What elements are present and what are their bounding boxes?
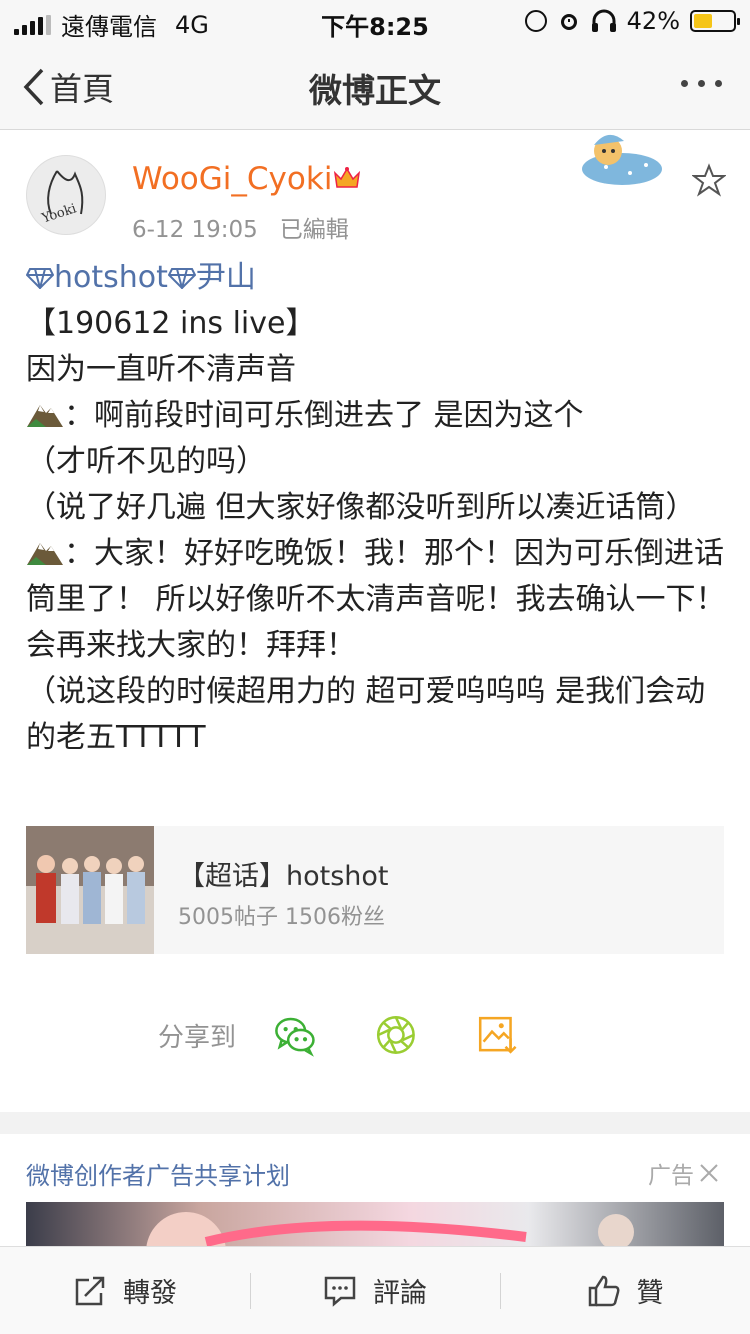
vip-crown-icon bbox=[333, 167, 361, 188]
topic-card-title: 【超话】hotshot bbox=[178, 861, 389, 892]
mountain-emoji-icon bbox=[27, 405, 63, 427]
page-title: 微博正文 bbox=[309, 71, 441, 110]
ad-section: 微博创作者广告共享计划 广告 bbox=[0, 1134, 750, 1262]
repost-icon bbox=[75, 1276, 105, 1305]
bottom-toolbar: 轉發 評論 贊 bbox=[0, 1246, 750, 1334]
share-row: 分享到 bbox=[158, 1010, 578, 1060]
mountain-emoji-icon bbox=[27, 543, 63, 565]
ad-tag[interactable]: 广告 bbox=[648, 1156, 720, 1190]
post-line: 【190612 ins live】 bbox=[26, 306, 316, 341]
status-bar: 遠傳電信 4G 下午8:25 42% bbox=[0, 0, 750, 41]
more-dot-icon bbox=[681, 80, 688, 87]
repost-label: 轉發 bbox=[123, 1278, 177, 1309]
more-dot-icon bbox=[715, 80, 722, 87]
more-dot-icon bbox=[698, 80, 705, 87]
wechat-icon[interactable] bbox=[273, 1009, 317, 1061]
super-topic-card[interactable]: 【超话】hotshot 5005帖子 1506粉丝 bbox=[26, 826, 724, 954]
ad-title[interactable]: 微博创作者广告共享计划 bbox=[26, 1156, 290, 1191]
battery-icon bbox=[690, 10, 740, 32]
post-date: 6-12 19:05 bbox=[132, 217, 258, 243]
svg-text:Yooki: Yooki bbox=[39, 201, 78, 226]
post-line-text: ：啊前段时间可乐倒进去了 是因为这个 bbox=[64, 398, 584, 433]
more-button[interactable] bbox=[681, 80, 722, 87]
post-line-with-icon: ：啊前段时间可乐倒进去了 是因为这个 bbox=[26, 393, 726, 439]
post-line: （说了好几遍 但大家好像都没听到所以凑近话筒） bbox=[26, 490, 696, 525]
close-icon[interactable] bbox=[698, 1162, 720, 1184]
headphones-icon bbox=[591, 9, 616, 32]
battery-percent: 42% bbox=[626, 7, 680, 35]
topic-link[interactable]: hotshot 尹山 bbox=[26, 255, 726, 301]
avatar-signature-icon: Yooki bbox=[39, 170, 84, 227]
section-divider bbox=[0, 1112, 750, 1134]
post-header: Yooki WooGi_Cyoki 6-12 19:05 已編輯 bbox=[26, 134, 726, 245]
thumbs-up-icon bbox=[588, 1275, 619, 1306]
edited-label: 已編輯 bbox=[279, 217, 349, 243]
moments-icon[interactable] bbox=[374, 1009, 418, 1061]
post-line: （说这段的时候超用力的 超可爱呜呜呜 是我们会动的老五TTTTT bbox=[26, 674, 706, 755]
like-label: 贊 bbox=[636, 1278, 664, 1309]
post-meta: 6-12 19:05 已編輯 bbox=[132, 210, 349, 244]
repost-button[interactable]: 轉發 bbox=[0, 1247, 250, 1334]
post-line: （才听不见的吗） bbox=[26, 444, 266, 479]
diamond-icon bbox=[26, 268, 54, 289]
ad-label: 广告 bbox=[648, 1163, 694, 1189]
alarm-icon bbox=[560, 14, 577, 30]
post-body: hotshot 尹山 【190612 ins live】 因为一直听不清声音 ：… bbox=[26, 255, 726, 761]
topic-card-stats: 5005帖子 1506粉丝 bbox=[178, 905, 385, 930]
avatar[interactable]: Yooki bbox=[26, 155, 106, 235]
post-line-text: ：大家！好好吃晚饭！我！那个！因为可乐倒进话筒里了！ 所以好像听不太清声音呢！我… bbox=[26, 536, 726, 663]
comment-icon bbox=[324, 1276, 356, 1307]
like-button[interactable]: 贊 bbox=[500, 1247, 750, 1334]
comment-label: 評論 bbox=[373, 1278, 427, 1309]
topic-suffix: 尹山 bbox=[195, 260, 256, 295]
save-image-icon[interactable] bbox=[476, 1009, 520, 1061]
rotation-lock-icon bbox=[524, 10, 547, 32]
post-line: 因为一直听不清声音 bbox=[26, 352, 296, 387]
mascot-sticker-icon bbox=[582, 134, 662, 185]
favorite-star-icon[interactable] bbox=[692, 163, 726, 197]
topic-name: hotshot bbox=[54, 260, 168, 295]
nav-bar: 首頁 微博正文 bbox=[0, 40, 750, 130]
diamond-icon bbox=[167, 268, 196, 289]
comment-button[interactable]: 評論 bbox=[250, 1247, 500, 1334]
post-line-with-icon: ：大家！好好吃晚饭！我！那个！因为可乐倒进话筒里了！ 所以好像听不太清声音呢！我… bbox=[26, 531, 726, 669]
topic-thumbnail bbox=[26, 826, 154, 954]
share-label: 分享到 bbox=[158, 1022, 237, 1053]
group-photo-icon bbox=[26, 826, 154, 954]
username[interactable]: WooGi_Cyoki bbox=[132, 161, 332, 197]
